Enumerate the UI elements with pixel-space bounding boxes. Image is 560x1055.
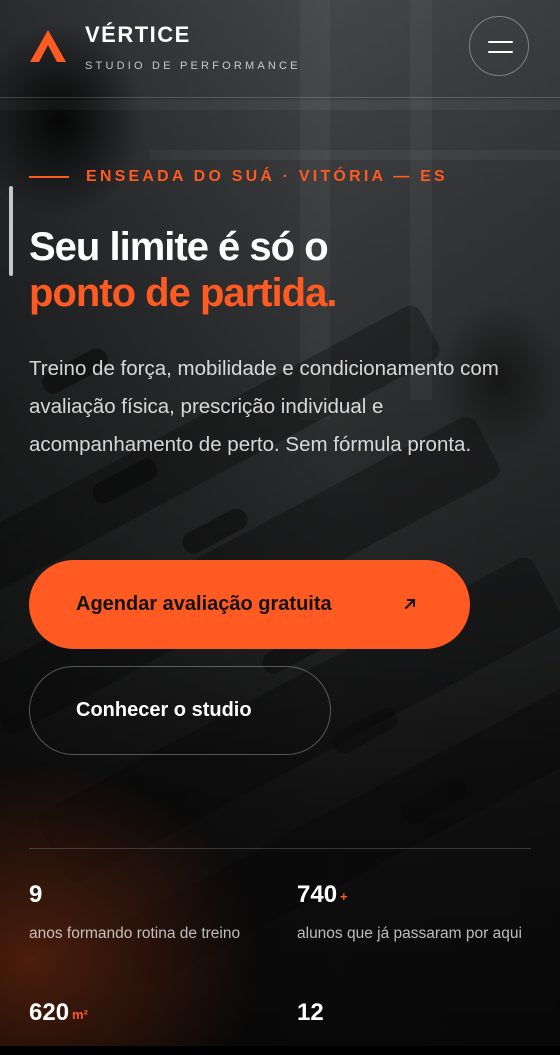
scroll-indicator (9, 186, 13, 276)
logo-icon (30, 30, 66, 62)
hero-title: Seu limite é só o ponto de partida. (29, 224, 337, 316)
stat-label: alunos que já passaram por aqui (297, 925, 522, 942)
stat-value: 9 (29, 881, 43, 908)
about-studio-button[interactable]: Conhecer o studio (29, 666, 331, 755)
cta-label: Agendar avaliação gratuita (76, 593, 332, 615)
stat-area: 620 m² (29, 999, 269, 1040)
hamburger-icon (488, 41, 513, 43)
stats-divider (29, 848, 531, 849)
stat-students: 740 + alunos que já passaram por aqui (297, 881, 537, 946)
site-header: VÉRTICE STUDIO DE PERFORMANCE (0, 0, 560, 98)
hero-title-line2: ponto de partida. (29, 271, 337, 315)
stat-suffix: + (340, 889, 348, 904)
brand-tagline: STUDIO DE PERFORMANCE (85, 60, 301, 72)
location-label: ENSEADA DO SUÁ · VITÓRIA — ES (86, 168, 448, 185)
stat-label: anos formando rotina de treino (29, 925, 241, 942)
hero-title-line1: Seu limite é só o (29, 225, 329, 269)
stat-years: 9 anos formando rotina de treino (29, 881, 269, 946)
location-eyebrow: ENSEADA DO SUÁ · VITÓRIA — ES (29, 168, 448, 186)
stat-suffix: m² (72, 1007, 88, 1022)
schedule-evaluation-button[interactable]: Agendar avaliação gratuita (29, 560, 470, 649)
hero-lead: Treino de força, mobilidade e condiciona… (29, 357, 499, 456)
bottom-edge (0, 1046, 560, 1055)
stat-twelve: 12 (297, 999, 537, 1040)
secondary-label: Conhecer o studio (76, 699, 252, 721)
brand-name[interactable]: VÉRTICE (85, 22, 191, 48)
stat-value: 620 (29, 999, 70, 1026)
eyebrow-rule (29, 176, 69, 178)
stat-value: 12 (297, 999, 324, 1026)
stat-value: 740 (297, 881, 338, 908)
arrow-up-right-icon (404, 598, 416, 610)
menu-button[interactable] (469, 16, 529, 76)
